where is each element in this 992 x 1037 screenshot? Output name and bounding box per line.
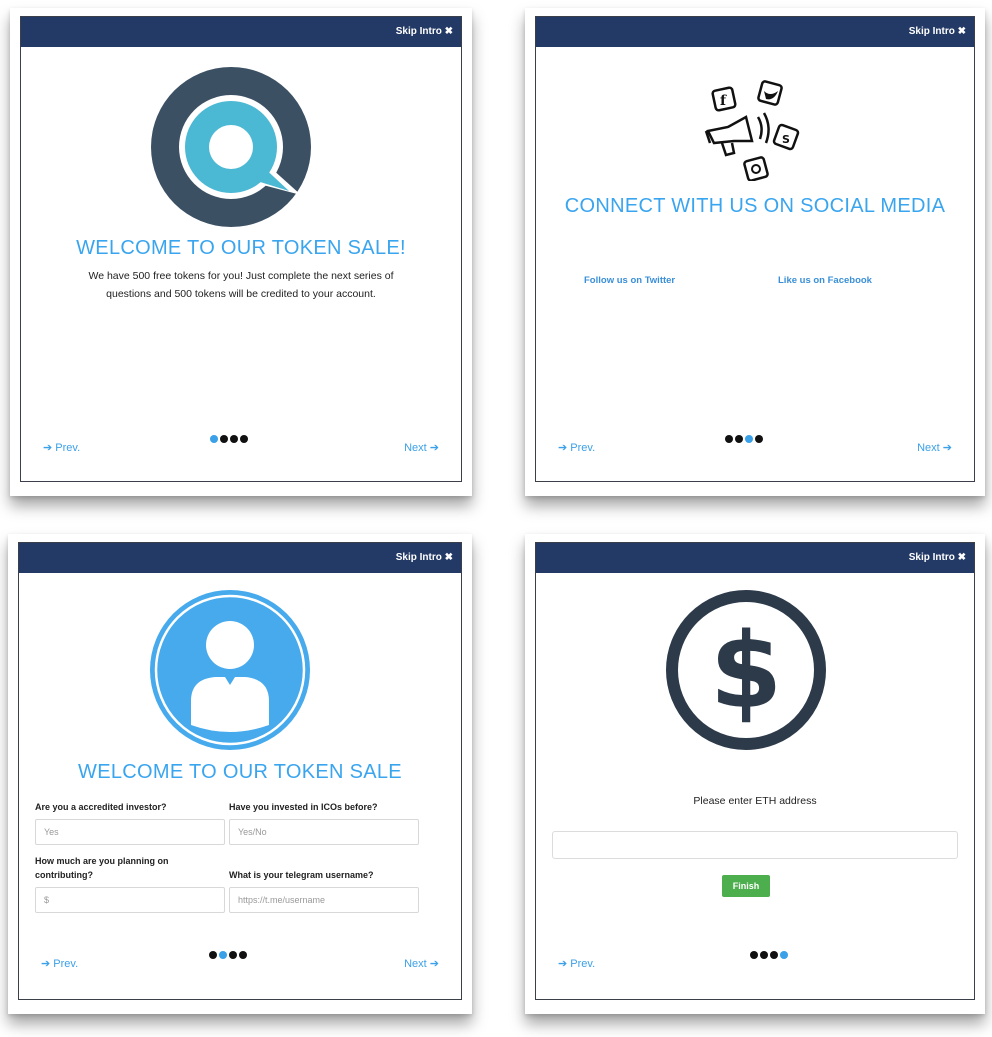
panel-questions-frame: Skip Intro ✖ WELCOME TO OUR TOKEN SALE A…: [8, 534, 472, 1014]
telegram-username-input[interactable]: https://t.me/username: [229, 887, 419, 913]
step-dot-2[interactable]: [735, 435, 743, 443]
panel-eth-modal: Skip Intro ✖ $ Please enter ETH address …: [535, 542, 975, 1000]
step-indicator: [210, 435, 248, 443]
next-button[interactable]: Next ➔: [917, 441, 952, 454]
svg-text:$: $: [710, 610, 782, 732]
dollar-coin-icon: $: [666, 590, 826, 750]
skip-intro-button[interactable]: Skip Intro ✖: [909, 552, 966, 563]
step-dot-3[interactable]: [229, 951, 237, 959]
step-indicator: [209, 951, 247, 959]
invested-icos-input[interactable]: Yes/No: [229, 819, 419, 845]
panel-eth-frame: Skip Intro ✖ $ Please enter ETH address …: [525, 534, 985, 1014]
step-dot-1[interactable]: [725, 435, 733, 443]
prev-button[interactable]: ➔ Prev.: [558, 441, 595, 454]
step-dot-2[interactable]: [220, 435, 228, 443]
step-dot-1[interactable]: [750, 951, 758, 959]
panel-welcome-modal: Skip Intro ✖ WELCOME TO OUR TOKEN SALE! …: [20, 16, 462, 482]
welcome-description: We have 500 free tokens for you! Just co…: [51, 267, 431, 304]
welcome-heading: WELCOME TO OUR TOKEN SALE!: [76, 237, 406, 259]
contribution-amount-label-line2: contributing?: [35, 869, 93, 880]
svg-text:S: S: [782, 133, 790, 146]
chat-search-logo-icon: [151, 67, 311, 227]
modal-header-bar: Skip Intro ✖: [21, 17, 461, 47]
panel-social-modal: Skip Intro ✖ f S CONNECT WITH US ON SOCI…: [535, 16, 975, 482]
next-button[interactable]: Next ➔: [404, 441, 439, 454]
svg-text:f: f: [720, 93, 727, 109]
prev-button[interactable]: ➔ Prev.: [558, 957, 595, 970]
facebook-like-link[interactable]: Like us on Facebook: [778, 275, 872, 286]
step-dot-2[interactable]: [760, 951, 768, 959]
telegram-username-label: What is your telegram username?: [229, 870, 374, 880]
panel-welcome-frame: Skip Intro ✖ WELCOME TO OUR TOKEN SALE! …: [10, 8, 472, 496]
step-dot-4[interactable]: [240, 435, 248, 443]
step-dot-2[interactable]: [219, 951, 227, 959]
finish-button[interactable]: Finish: [722, 875, 770, 897]
contribution-amount-label-line1: How much are you planning on: [35, 856, 169, 866]
accredited-investor-label: Are you a accredited investor?: [35, 802, 167, 812]
eth-address-input[interactable]: [552, 831, 958, 859]
step-dot-3[interactable]: [770, 951, 778, 959]
step-dot-1[interactable]: [209, 951, 217, 959]
eth-address-prompt: Please enter ETH address: [693, 795, 817, 807]
step-dot-3[interactable]: [745, 435, 753, 443]
skip-intro-button[interactable]: Skip Intro ✖: [396, 552, 453, 563]
accredited-investor-input[interactable]: Yes: [35, 819, 225, 845]
step-dot-4[interactable]: [780, 951, 788, 959]
step-dot-4[interactable]: [755, 435, 763, 443]
step-dot-4[interactable]: [239, 951, 247, 959]
modal-header-bar: Skip Intro ✖: [536, 543, 974, 573]
step-indicator: [750, 951, 788, 959]
modal-header-bar: Skip Intro ✖: [19, 543, 461, 573]
questions-heading: WELCOME TO OUR TOKEN SALE: [78, 761, 402, 783]
skip-intro-button[interactable]: Skip Intro ✖: [396, 26, 453, 37]
modal-header-bar: Skip Intro ✖: [536, 17, 974, 47]
contribution-amount-label: How much are you planning on contributin…: [35, 855, 169, 882]
welcome-description-line1: We have 500 free tokens for you! Just co…: [88, 270, 394, 282]
next-button[interactable]: Next ➔: [404, 957, 439, 970]
contribution-amount-input[interactable]: $: [35, 887, 225, 913]
step-dot-1[interactable]: [210, 435, 218, 443]
panel-social-frame: Skip Intro ✖ f S CONNECT WITH US ON SOCI…: [525, 8, 985, 496]
social-megaphone-icon: f S: [704, 80, 800, 181]
step-dot-3[interactable]: [230, 435, 238, 443]
twitter-follow-link[interactable]: Follow us on Twitter: [584, 275, 675, 286]
social-heading: CONNECT WITH US ON SOCIAL MEDIA: [564, 195, 946, 217]
step-indicator: [725, 435, 763, 443]
prev-button[interactable]: ➔ Prev.: [43, 441, 80, 454]
skip-intro-button[interactable]: Skip Intro ✖: [909, 26, 966, 37]
welcome-description-line2: questions and 500 tokens will be credite…: [106, 288, 376, 301]
invested-icos-label: Have you invested in ICOs before?: [229, 802, 378, 812]
user-avatar-icon: [150, 590, 310, 750]
prev-button[interactable]: ➔ Prev.: [41, 957, 78, 970]
panel-questions-modal: Skip Intro ✖ WELCOME TO OUR TOKEN SALE A…: [18, 542, 462, 1000]
